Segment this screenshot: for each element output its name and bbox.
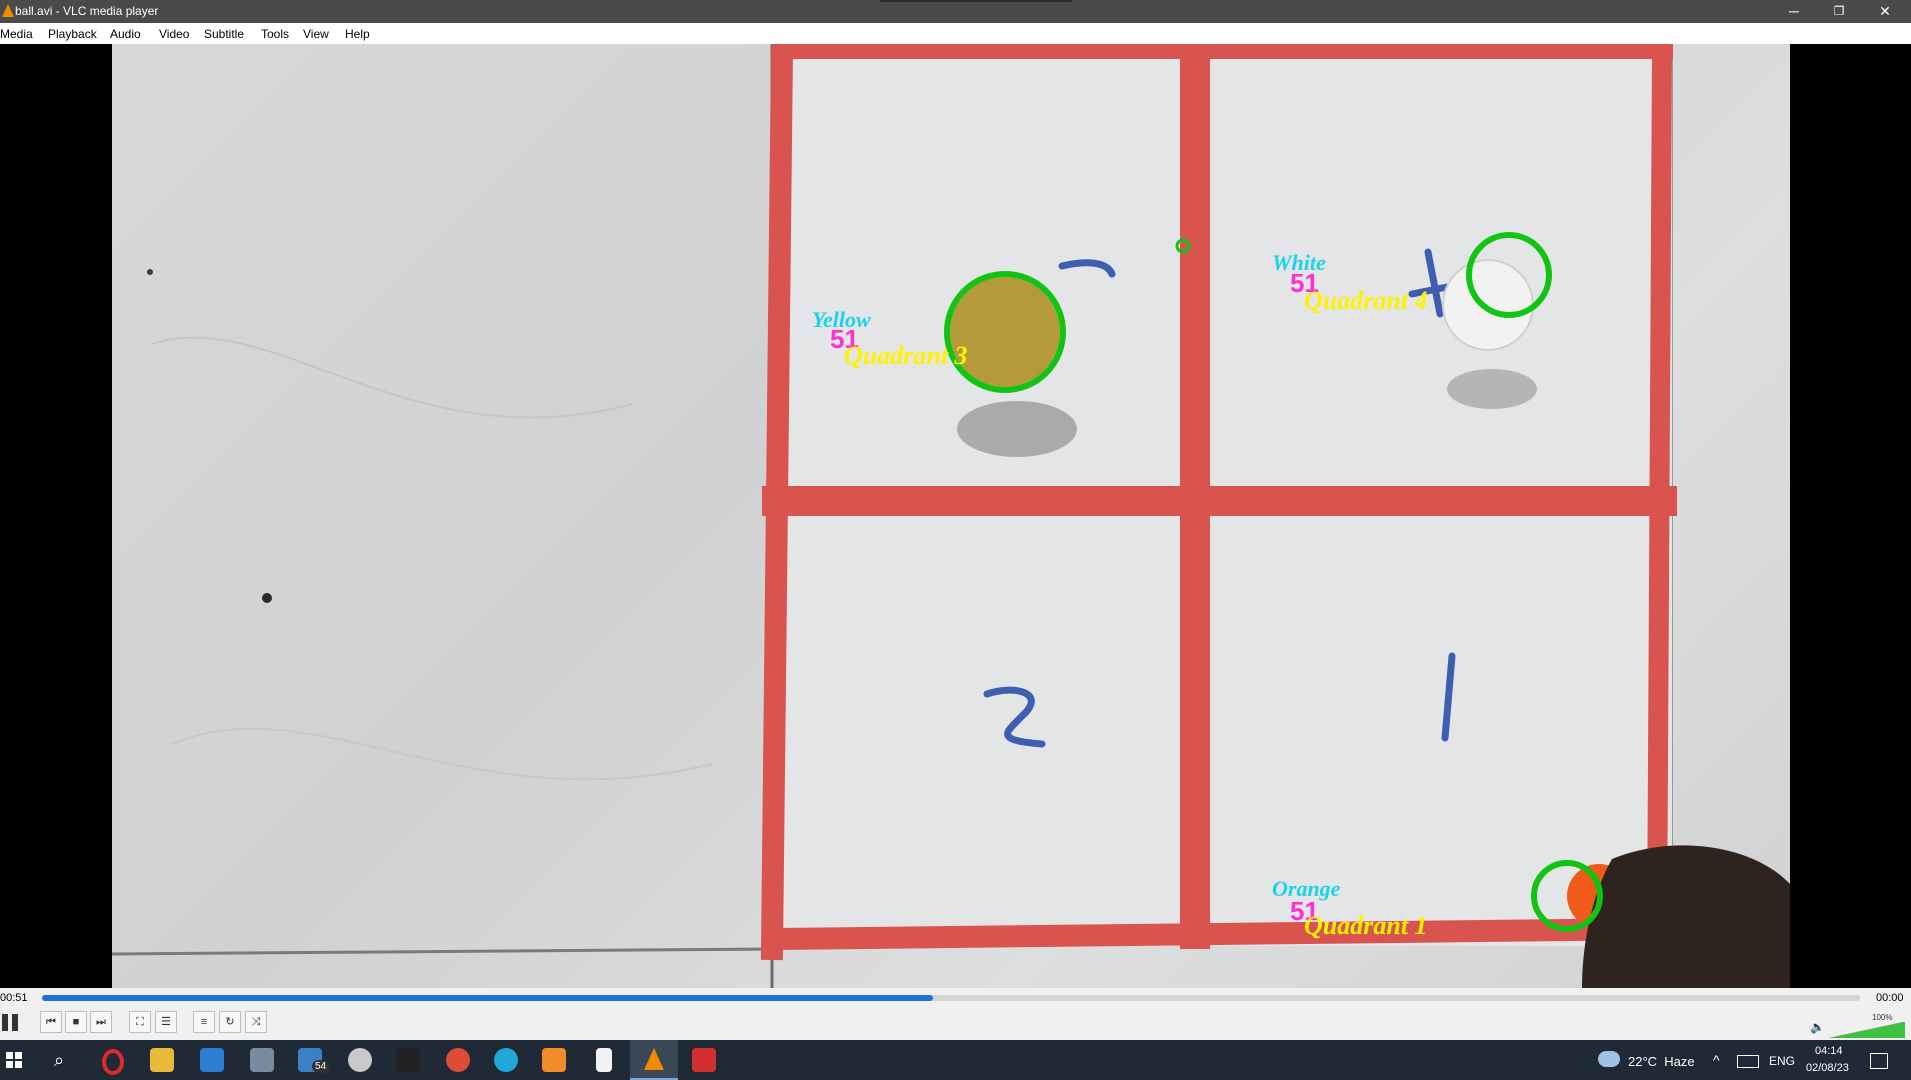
hand (1582, 845, 1790, 988)
language-indicator[interactable]: ENG (1769, 1054, 1795, 1068)
windows-taskbar: ⌕ 54 22°C Haze ^ ENG 04:14 02/08/23 (0, 1040, 1911, 1080)
snipping-tool-icon[interactable] (692, 1048, 716, 1072)
yellow-ball (950, 277, 1060, 387)
vlc-taskbar-item[interactable] (630, 1040, 678, 1080)
windows-start-icon[interactable] (6, 1052, 22, 1068)
menu-playback[interactable]: Playback (48, 27, 97, 41)
weather-icon[interactable] (1598, 1051, 1620, 1067)
loop-icon: ↻ (225, 1016, 235, 1028)
chevron-up-icon[interactable]: ^ (1713, 1052, 1720, 1068)
yellow-ball-shadow (957, 401, 1077, 457)
playback-controls: 00:51 00:00 ⏮ ■ ⏭ ⛶ ☰ ≡ ↻ ⤨ 🔈 100% (0, 988, 1911, 1040)
search-icon[interactable]: ⌕ (54, 1050, 64, 1071)
next-icon: ⏭ (96, 1016, 106, 1028)
volume-slider[interactable] (1830, 1022, 1905, 1038)
floor-speck (262, 593, 272, 603)
calculator-icon[interactable] (250, 1048, 274, 1072)
keyboard-icon[interactable] (1737, 1055, 1759, 1068)
mail-badge: 54 (312, 1060, 330, 1073)
menu-media[interactable]: Media (0, 27, 33, 41)
label-quadrant-3: Quadrant 3 (844, 341, 968, 370)
next-button[interactable]: ⏭ (90, 1011, 112, 1033)
file-explorer-icon[interactable] (150, 1048, 174, 1072)
close-button[interactable]: ✕ (1862, 0, 1908, 23)
equalizer-icon: ☰ (161, 1016, 171, 1028)
seek-bar-progress (42, 995, 933, 1001)
title-bar: ball.avi - VLC media player ─ ❐ ✕ (0, 0, 1911, 23)
notification-icon[interactable] (1870, 1053, 1888, 1069)
video-scene: Yellow 51 Quadrant 3 White 51 Quadrant 4… (112, 44, 1790, 988)
title-bar-separator (880, 0, 1072, 2)
label-quadrant-1: Quadrant 1 (1304, 911, 1428, 940)
shuffle-button[interactable]: ⤨ (245, 1011, 267, 1033)
playlist-icon: ≡ (200, 1016, 208, 1028)
menu-bar: Media Playback Audio Video Subtitle Tool… (0, 23, 1911, 45)
menu-video[interactable]: Video (159, 27, 189, 41)
marble-vein (171, 727, 713, 781)
fullscreen-button[interactable]: ⛶ (129, 1011, 151, 1033)
jupyter-icon[interactable] (542, 1048, 566, 1072)
vlc-logo-icon (2, 4, 14, 17)
pause-icon-bar (12, 1014, 18, 1031)
menu-view[interactable]: View (303, 27, 329, 41)
linux-penguin-icon[interactable] (396, 1048, 420, 1072)
minimize-button[interactable]: ─ (1771, 0, 1817, 23)
white-ball-shadow (1447, 369, 1537, 409)
label-quadrant-4: Quadrant 4 (1304, 286, 1428, 315)
loop-button[interactable]: ↻ (219, 1011, 241, 1033)
chrome-icon[interactable] (446, 1048, 470, 1072)
extended-settings-button[interactable]: ☰ (155, 1011, 177, 1033)
video-area[interactable]: Yellow 51 Quadrant 3 White 51 Quadrant 4… (0, 44, 1911, 988)
playlist-button[interactable]: ≡ (193, 1011, 215, 1033)
speaker-icon[interactable]: 🔈 (1810, 1020, 1825, 1034)
menu-subtitle[interactable]: Subtitle (204, 27, 244, 41)
clock-date[interactable]: 02/08/23 (1806, 1062, 1849, 1074)
stop-button[interactable]: ■ (65, 1011, 87, 1033)
previous-icon: ⏮ (46, 1016, 56, 1028)
window-title: ball.avi - VLC media player (15, 4, 159, 18)
tile-seam (112, 947, 773, 956)
fullscreen-icon: ⛶ (136, 1016, 144, 1028)
volume-percent: 100% (1872, 1013, 1893, 1022)
store-icon[interactable] (200, 1048, 224, 1072)
stop-icon: ■ (72, 1016, 80, 1028)
remaining-time: 00:00 (1876, 992, 1904, 1004)
marble-vein (151, 336, 633, 419)
menu-audio[interactable]: Audio (110, 27, 141, 41)
notepad-icon[interactable] (596, 1048, 612, 1072)
clock-time[interactable]: 04:14 (1815, 1045, 1843, 1057)
menu-tools[interactable]: Tools (261, 27, 289, 41)
previous-button[interactable]: ⏮ (40, 1011, 62, 1033)
weather-text[interactable]: 22°C Haze (1628, 1054, 1695, 1069)
video-frame: Yellow 51 Quadrant 3 White 51 Quadrant 4… (112, 44, 1790, 988)
edge-icon[interactable] (494, 1048, 518, 1072)
shuffle-icon: ⤨ (251, 1016, 261, 1028)
elapsed-time: 00:51 (0, 992, 28, 1004)
seek-bar[interactable] (42, 995, 1860, 1001)
vlc-icon (644, 1048, 664, 1070)
paint-icon[interactable] (348, 1048, 372, 1072)
pause-icon[interactable] (2, 1014, 8, 1031)
menu-help[interactable]: Help (345, 27, 370, 41)
floor-speck (147, 269, 153, 275)
restore-button[interactable]: ❐ (1816, 0, 1862, 23)
opera-icon[interactable] (102, 1049, 124, 1075)
white-golf-ball (1442, 259, 1534, 351)
